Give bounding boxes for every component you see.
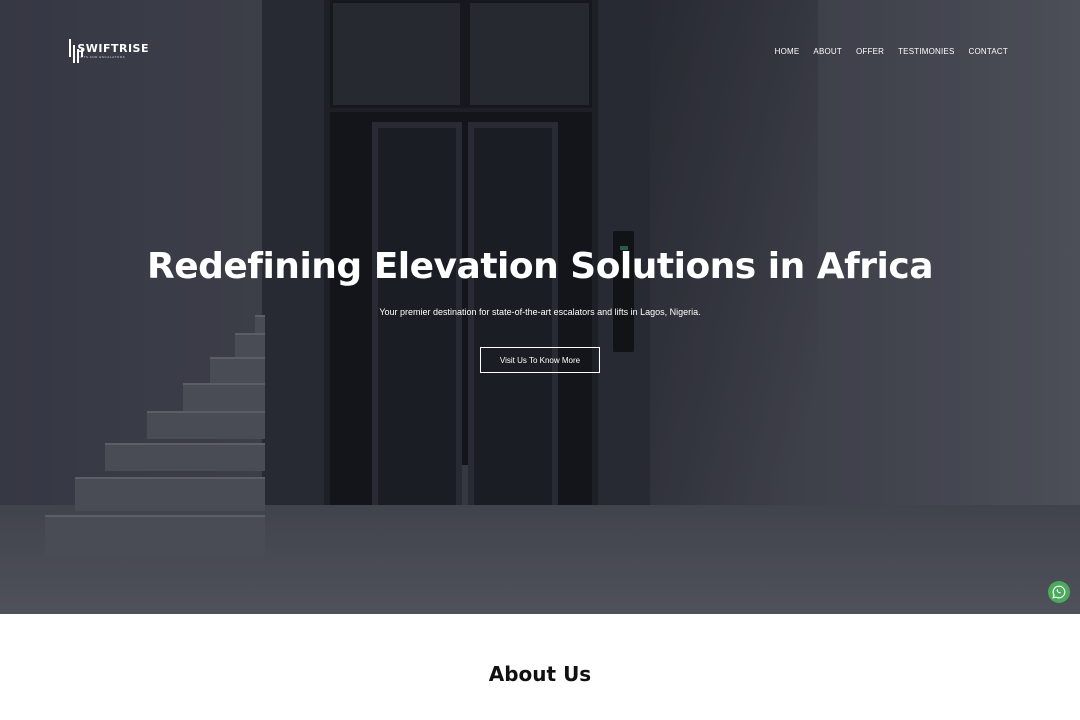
- hero-subtitle: Your premier destination for state-of-th…: [379, 307, 701, 317]
- hero-section: SWIFTRISE LIFTS AND ESCALATORS HOME ABOU…: [0, 0, 1080, 614]
- nav-contact[interactable]: CONTACT: [969, 47, 1008, 56]
- main-nav: HOME ABOUT OFFER TESTIMONIES CONTACT: [775, 47, 1008, 56]
- bars-logo-icon: [69, 39, 83, 63]
- whatsapp-button[interactable]: [1048, 581, 1070, 603]
- nav-home[interactable]: HOME: [775, 47, 800, 56]
- whatsapp-icon: [1052, 585, 1066, 599]
- nav-testimonies[interactable]: TESTIMONIES: [898, 47, 954, 56]
- brand-name: SWIFTRISE: [77, 42, 149, 55]
- nav-about[interactable]: ABOUT: [813, 47, 842, 56]
- hero-title: Redefining Elevation Solutions in Africa: [146, 246, 934, 287]
- brand-tagline: LIFTS AND ESCALATORS: [77, 55, 126, 59]
- about-title: About Us: [488, 662, 592, 686]
- nav-offer[interactable]: OFFER: [856, 47, 884, 56]
- visit-us-button[interactable]: Visit Us To Know More: [480, 347, 600, 373]
- site-logo[interactable]: SWIFTRISE LIFTS AND ESCALATORS: [69, 38, 149, 64]
